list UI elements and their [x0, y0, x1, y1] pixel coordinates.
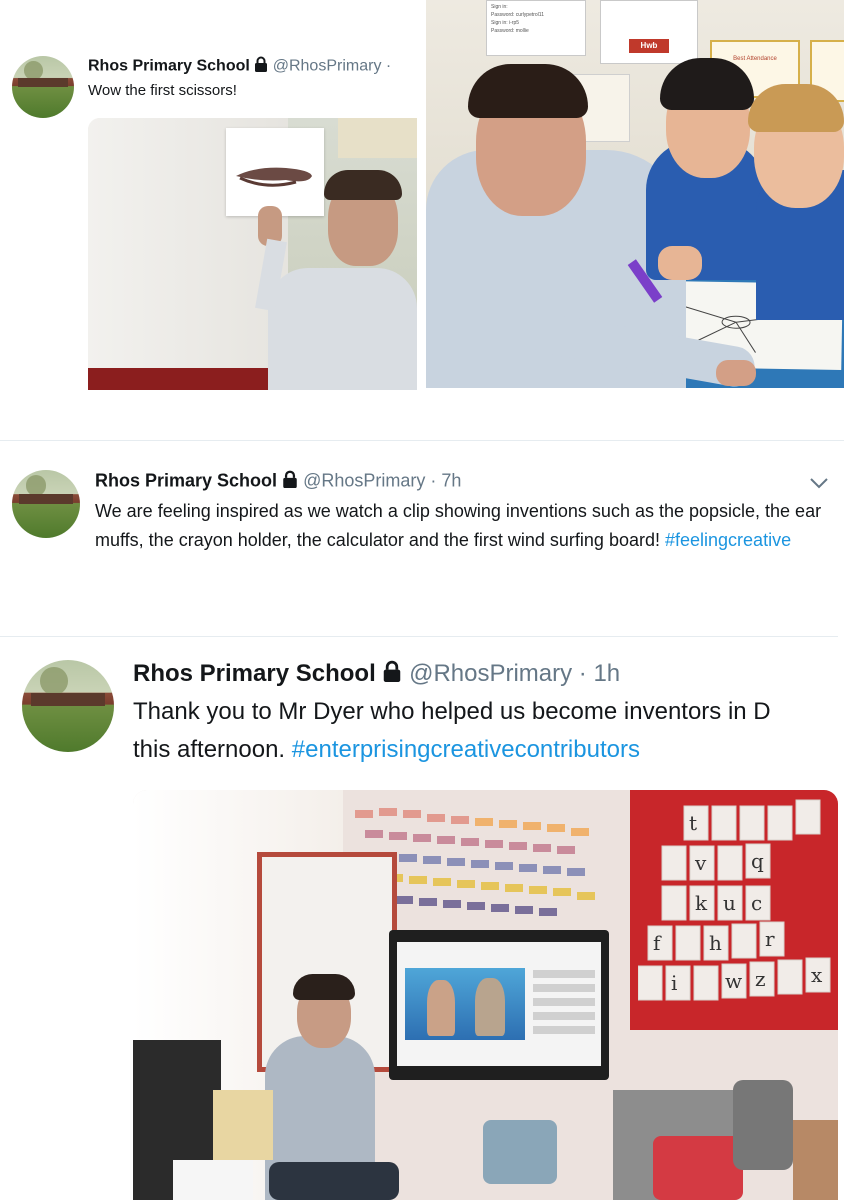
- chevron-down-icon: [810, 478, 828, 489]
- tweet-photo-drawing[interactable]: Sign in: Password: curlypetrol11 Sign in…: [426, 0, 844, 388]
- letter-card: t: [689, 811, 697, 835]
- login-poster: Sign in: Password: curlypetrol11 Sign in…: [486, 0, 586, 56]
- tweet-header: Rhos Primary School @RhosPrimary · 1h: [133, 660, 620, 689]
- avatar[interactable]: [12, 56, 74, 118]
- avatar[interactable]: [12, 470, 80, 538]
- lock-icon: [382, 660, 402, 689]
- poster-password-2: Password: mollie: [491, 28, 529, 34]
- tweet-header: Rhos Primary School @RhosPrimary · 7h: [95, 470, 461, 493]
- divider: [0, 636, 838, 637]
- tweet-body: this afternoon.: [133, 736, 286, 763]
- divider: [0, 440, 844, 441]
- lock-icon: [254, 56, 268, 77]
- letter-card: i: [671, 971, 677, 995]
- letter-card: r: [765, 927, 775, 951]
- hashtag-link[interactable]: #enterprisingcreativecontributors: [292, 736, 640, 763]
- letter-card: k: [695, 891, 708, 915]
- tweet-menu-button[interactable]: [808, 474, 830, 492]
- letter-card: v: [694, 851, 707, 875]
- hwb-label: Hwb: [629, 39, 669, 53]
- tweet-photo-classroom[interactable]: t v q k u c f h r i w z x: [133, 790, 838, 1200]
- tweet-text-line-1: Thank you to Mr Dyer who helped us becom…: [133, 698, 771, 725]
- alphabet-cards: t v q k u c f h r i w z x: [637, 796, 834, 1016]
- scissors-card: [226, 128, 324, 216]
- tweet-text: We are feeling inspired as we watch a cl…: [95, 497, 835, 555]
- letter-card: q: [751, 849, 764, 873]
- letter-card: h: [709, 931, 722, 955]
- attendance-label: Best Attendance: [733, 56, 777, 62]
- hwb-poster: Hwb: [600, 0, 698, 64]
- account-name[interactable]: Rhos Primary School: [88, 58, 250, 75]
- account-handle[interactable]: @RhosPrimary ·: [273, 58, 391, 75]
- letter-card: z: [755, 967, 766, 991]
- poster-signin: Sign in:: [491, 4, 508, 10]
- tweet-text: Wow the first scissors!: [88, 82, 237, 99]
- account-handle[interactable]: @RhosPrimary · 1h: [409, 660, 620, 687]
- account-handle[interactable]: @RhosPrimary · 7h: [303, 470, 461, 490]
- tweet-photo-scissors[interactable]: [88, 118, 417, 390]
- avatar[interactable]: [22, 660, 114, 752]
- account-name[interactable]: Rhos Primary School: [133, 660, 376, 687]
- account-name[interactable]: Rhos Primary School: [95, 470, 277, 490]
- letter-card: c: [751, 891, 762, 915]
- poster-signin-2: Sign in: i-rp5: [491, 20, 520, 26]
- tweet-header: Rhos Primary School @RhosPrimary ·: [88, 56, 391, 77]
- hashtag-link[interactable]: #feelingcreative: [665, 530, 791, 550]
- letter-card: x: [811, 963, 823, 987]
- letter-card: u: [723, 891, 736, 915]
- letter-card: w: [725, 969, 742, 993]
- tweet-text-line-2: this afternoon. #enterprisingcreativecon…: [133, 736, 640, 764]
- lock-icon: [282, 470, 298, 493]
- poster-password-1: Password: curlypetrol11: [491, 12, 544, 18]
- classroom-screen: [389, 930, 609, 1080]
